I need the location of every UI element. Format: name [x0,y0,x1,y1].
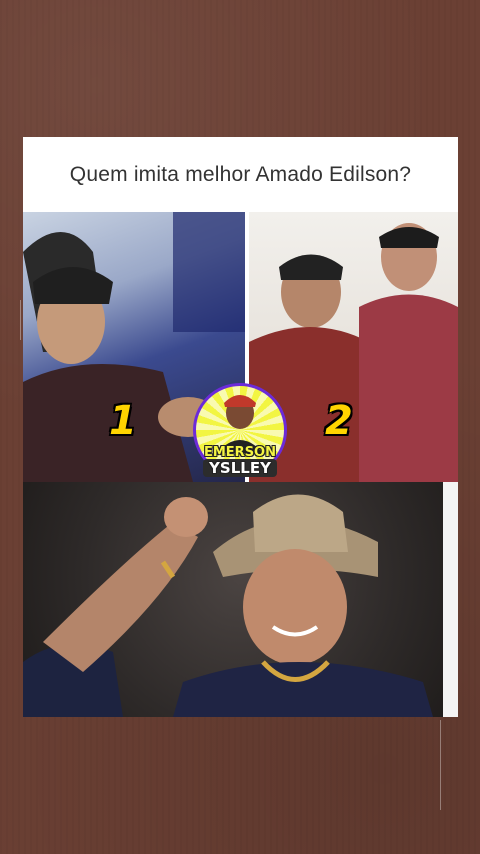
logo-text-line2: YSLLEY [203,459,277,477]
photo-reference [23,482,458,717]
scratch-line [440,720,441,810]
option-2-number: 2 [325,398,353,444]
logo-text-line1: EMERSON [203,445,276,460]
logo-avatar-figure [217,395,263,453]
scratch-line [20,300,21,340]
question-title: Quem imita melhor Amado Edilson? [69,163,412,186]
cowboy-figure [23,494,433,717]
option-1-number: 1 [109,398,137,444]
reference-side-strip [443,482,458,717]
channel-logo: EMERSON YSLLEY [193,383,287,479]
post-card: Quem imita melhor Amado Edilson? 1 2 EME… [23,137,458,717]
